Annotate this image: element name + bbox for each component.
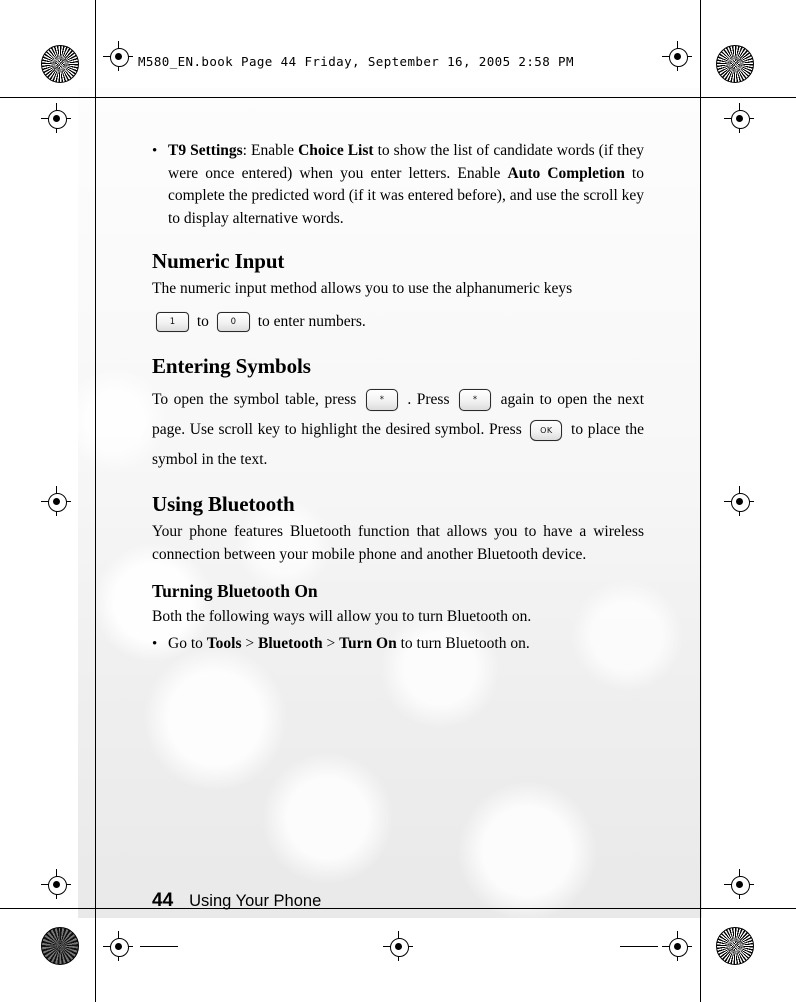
heading-turning-bluetooth-on: Turning Bluetooth On [152,581,318,602]
symbols-text-2: . Press [407,390,450,408]
paragraph-turning-bluetooth-on: Both the following ways will allow you t… [152,608,532,626]
heading-using-bluetooth: Using Bluetooth [152,491,295,516]
trim-line-top-horizontal [0,97,796,98]
trim-tick-bottom-left [140,946,178,947]
goto-pre: Go to [168,634,207,652]
trim-line-bottom-horizontal [0,908,796,909]
registration-mark-mid-left [41,103,71,133]
page-content: • T9 Settings: Enable Choice List to sho… [152,140,644,657]
trim-line-left-vertical [95,0,96,1002]
page-footer: 44 Using Your Phone [152,890,321,912]
list-item-t9-settings: • T9 Settings: Enable Choice List to sho… [152,140,644,230]
menu-bluetooth-label: Bluetooth [258,634,323,652]
key-star-icon-1: * [365,389,398,412]
footer-section-title: Using Your Phone [189,892,322,910]
paragraph-numeric-keys: 1 to 0 to enter numbers. [152,307,644,337]
registration-mark-top-left [103,41,133,71]
heading-numeric-input: Numeric Input [152,249,285,274]
registration-mark-center-left [41,486,71,516]
key-star-icon-2: * [459,389,492,412]
registration-mark-bottom-left [103,931,133,961]
bullet-marker: • [152,635,158,652]
registration-mark-bottom-right [662,931,692,961]
choice-list-label: Choice List [298,142,374,159]
paragraph-using-bluetooth: Your phone features Bluetooth function t… [152,522,644,563]
registration-mark-bottom-center [383,931,413,961]
numeric-between-label: to [196,312,209,330]
key-ok-icon: OK [530,419,563,441]
list-item-text: Go to Tools > Bluetooth > Turn On to tur… [168,633,644,656]
auto-completion-label: Auto Completion [507,164,625,182]
goto-sep-1: > [241,634,259,652]
registration-mark-top-right [662,41,692,71]
numeric-tail-label: to enter numbers. [257,312,366,330]
key-0-icon: 0 [216,312,250,333]
bullet-marker: • [152,143,158,159]
menu-turn-on-label: Turn On [339,634,397,652]
heading-entering-symbols: Entering Symbols [152,353,311,378]
menu-tools-label: Tools [206,634,242,652]
trim-line-right-vertical [700,0,701,1002]
starburst-mark-top-left [41,45,79,83]
trim-tick-bottom-right [620,946,658,947]
paragraph-numeric-intro: The numeric input method allows you to u… [152,280,573,298]
registration-mark-center-right [724,486,754,516]
file-header-line: M580_EN.book Page 44 Friday, September 1… [138,54,574,69]
list-item-text: T9 Settings: Enable Choice List to show … [168,140,644,230]
registration-mark-lower-left [41,869,71,899]
starburst-mark-bottom-left [41,927,79,965]
goto-sep-2: > [322,634,340,652]
starburst-mark-top-right [716,45,754,83]
symbols-text-1: To open the symbol table, press [152,390,357,408]
goto-post: to turn Bluetooth on. [396,634,530,652]
page-number: 44 [152,890,174,911]
printed-page: M580_EN.book Page 44 Friday, September 1… [0,0,796,1002]
registration-mark-lower-right [724,869,754,899]
t9-part1: : Enable [242,142,299,159]
paragraph-entering-symbols: To open the symbol table, press * . Pres… [152,385,644,475]
registration-mark-mid-right [724,103,754,133]
t9-settings-label: T9 Settings [168,142,243,159]
starburst-mark-bottom-right [716,927,754,965]
key-1-icon: 1 [156,312,189,333]
list-item-goto-path: • Go to Tools > Bluetooth > Turn On to t… [152,633,644,656]
